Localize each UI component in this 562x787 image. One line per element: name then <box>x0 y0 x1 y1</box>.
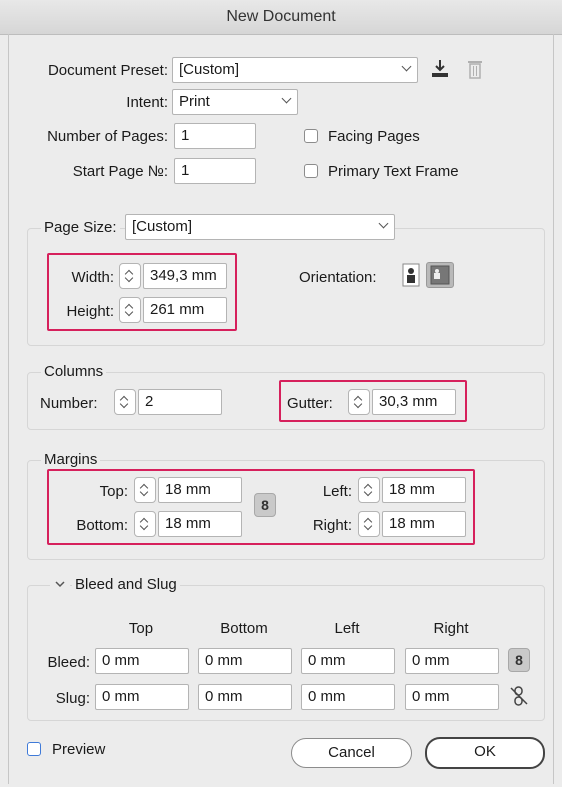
landscape-orientation-icon[interactable] <box>426 262 454 288</box>
margin-right-stepper[interactable] <box>358 511 380 537</box>
bleed-bottom-input[interactable]: 0 mm <box>198 648 292 674</box>
height-label: Height: <box>66 303 114 320</box>
margin-right-input[interactable]: 18 mm <box>382 511 466 537</box>
facing-pages-checkbox[interactable] <box>304 129 318 143</box>
ok-button[interactable]: OK <box>425 737 545 769</box>
bleed-link-icon[interactable]: 8 <box>508 648 530 672</box>
bleed-column-header: Bottom <box>220 620 268 637</box>
margin-bottom-input[interactable]: 18 mm <box>158 511 242 537</box>
columns-number-stepper[interactable] <box>114 389 136 415</box>
intent-value: Print <box>179 93 210 110</box>
slug-top-input[interactable]: 0 mm <box>95 684 189 710</box>
start-page-label: Start Page №: <box>72 163 168 180</box>
margins-title: Margins <box>41 451 101 468</box>
margin-top-input[interactable]: 18 mm <box>158 477 242 503</box>
number-of-pages-input[interactable]: 1 <box>174 123 256 149</box>
window-title: New Document <box>0 0 562 35</box>
save-preset-icon[interactable] <box>429 58 451 80</box>
gutter-input[interactable]: 30,3 mm <box>372 389 456 415</box>
slug-right-input[interactable]: 0 mm <box>405 684 499 710</box>
width-label: Width: <box>71 269 114 286</box>
height-stepper[interactable] <box>119 297 141 323</box>
margin-left-input[interactable]: 18 mm <box>382 477 466 503</box>
document-preset-label: Document Preset: <box>47 62 168 79</box>
margin-top-stepper[interactable] <box>134 477 156 503</box>
page-size-select[interactable]: [Custom] <box>125 214 395 240</box>
preview-checkbox[interactable] <box>27 742 41 756</box>
margin-left-stepper[interactable] <box>358 477 380 503</box>
columns-title: Columns <box>41 363 107 380</box>
height-input[interactable]: 261 mm <box>143 297 227 323</box>
chevron-down-icon <box>401 61 412 72</box>
columns-number-input[interactable]: 2 <box>138 389 222 415</box>
bleed-column-header: Right <box>433 620 469 637</box>
margin-bottom-stepper[interactable] <box>134 511 156 537</box>
margin-bottom-label: Bottom: <box>76 517 128 534</box>
width-stepper[interactable] <box>119 263 141 289</box>
margin-top-label: Top: <box>99 483 128 500</box>
slug-unlink-icon[interactable] <box>508 684 530 708</box>
intent-label: Intent: <box>126 94 168 111</box>
margins-link-icon[interactable]: 8 <box>254 493 276 517</box>
slug-label: Slug: <box>55 690 90 707</box>
margin-left-label: Left: <box>322 483 352 500</box>
orientation-label: Orientation: <box>299 269 377 286</box>
slug-bottom-input[interactable]: 0 mm <box>198 684 292 710</box>
slug-left-input[interactable]: 0 mm <box>301 684 395 710</box>
facing-pages-label: Facing Pages <box>328 128 420 145</box>
margin-right-label: Right: <box>312 517 352 534</box>
bleed-label: Bleed: <box>47 654 90 671</box>
document-preset-value: [Custom] <box>179 61 240 78</box>
gutter-stepper[interactable] <box>348 389 370 415</box>
delete-preset-icon[interactable] <box>465 58 485 80</box>
primary-text-frame-label: Primary Text Frame <box>328 163 459 180</box>
gutter-label: Gutter: <box>287 395 333 412</box>
cancel-button[interactable]: Cancel <box>291 738 412 768</box>
start-page-input[interactable]: 1 <box>174 158 256 184</box>
bleed-slug-disclosure-icon[interactable] <box>50 576 70 594</box>
columns-number-label: Number: <box>40 395 98 412</box>
page-size-value: [Custom] <box>132 218 193 235</box>
bleed-column-header: Left <box>334 620 360 637</box>
portrait-orientation-icon[interactable] <box>400 263 422 287</box>
primary-text-frame-checkbox[interactable] <box>304 164 318 178</box>
bleed-slug-title: Bleed and Slug <box>72 576 180 593</box>
document-preset-select[interactable]: [Custom] <box>172 57 418 83</box>
bleed-top-input[interactable]: 0 mm <box>95 648 189 674</box>
chevron-down-icon <box>281 93 292 104</box>
width-input[interactable]: 349,3 mm <box>143 263 227 289</box>
preview-label: Preview <box>52 741 106 758</box>
page-size-label: Page Size: <box>41 219 120 236</box>
number-of-pages-label: Number of Pages: <box>47 128 168 145</box>
bleed-column-header: Top <box>128 620 154 637</box>
bleed-right-input[interactable]: 0 mm <box>405 648 499 674</box>
bleed-left-input[interactable]: 0 mm <box>301 648 395 674</box>
intent-select[interactable]: Print <box>172 89 298 115</box>
chevron-down-icon <box>378 218 389 229</box>
